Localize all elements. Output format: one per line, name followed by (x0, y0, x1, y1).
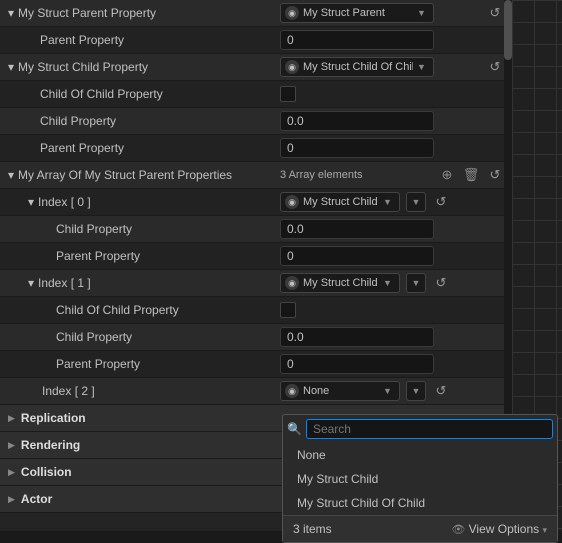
number-input[interactable] (280, 111, 434, 131)
reset-icon[interactable]: ↺ (486, 58, 504, 76)
property-label: Child Of Child Property (40, 87, 163, 101)
reset-icon[interactable]: ↺ (486, 166, 504, 184)
property-label: My Struct Parent Property (18, 6, 156, 20)
search-icon: 🔍 (287, 422, 302, 436)
add-icon[interactable]: ⊕ (438, 166, 456, 184)
view-options-button[interactable]: 👁 View Options ▾ (451, 522, 547, 536)
expand-arrow[interactable]: ▾ (24, 195, 38, 209)
property-label: Index [ 2 ] (42, 384, 95, 398)
array-count: 3 Array elements (280, 169, 363, 181)
search-input[interactable] (306, 419, 553, 439)
struct-icon: ◉ (285, 384, 299, 398)
reset-icon[interactable]: ↺ (432, 382, 450, 400)
number-input[interactable] (280, 354, 434, 374)
triangle-right-icon: ▶ (8, 413, 15, 424)
chevron-down-icon: ▾ (542, 525, 547, 535)
dropdown-option-struct-child-of-child[interactable]: My Struct Child Of Child (283, 491, 557, 515)
expand-arrow[interactable]: ▾ (4, 168, 18, 182)
expand-arrow[interactable]: ▾ (24, 276, 38, 290)
dropdown-option-none[interactable]: None (283, 443, 557, 467)
property-label: My Struct Child Property (18, 60, 148, 74)
chevron-down-icon: ▼ (417, 8, 429, 18)
dropdown-item-count: 3 items (293, 522, 332, 536)
struct-selector[interactable]: ◉None▼ (280, 381, 400, 401)
property-label: Child Property (56, 330, 132, 344)
property-label: Index [ 1 ] (38, 276, 91, 290)
property-label: Child Of Child Property (56, 303, 179, 317)
struct-selector[interactable]: ◉My Struct Parent▼ (280, 3, 434, 23)
property-label: Parent Property (40, 33, 124, 47)
number-input[interactable] (280, 219, 434, 239)
number-input[interactable] (280, 246, 434, 266)
chevron-down-icon: ▼ (383, 386, 395, 396)
chevron-down-icon: ▼ (417, 62, 429, 72)
struct-selector[interactable]: ◉My Struct Child Of C▼ (280, 273, 400, 293)
struct-icon: ◉ (285, 60, 299, 74)
expand-arrow[interactable]: ▾ (4, 60, 18, 74)
reset-icon[interactable]: ↺ (486, 4, 504, 22)
scrollbar-thumb[interactable] (504, 0, 512, 60)
dropdown-icon[interactable]: ▼ (406, 192, 426, 212)
struct-icon: ◉ (285, 195, 299, 209)
struct-selector[interactable]: ◉My Struct Child Of Child▼ (280, 57, 434, 77)
chevron-down-icon: ▼ (383, 278, 395, 288)
triangle-right-icon: ▶ (8, 494, 15, 505)
number-input[interactable] (280, 327, 434, 347)
property-label: Child Property (56, 222, 132, 236)
dropdown-icon[interactable]: ▼ (406, 381, 426, 401)
number-input[interactable] (280, 138, 434, 158)
eye-icon: 👁 (451, 524, 465, 536)
property-label: My Array Of My Struct Parent Properties (18, 168, 232, 182)
reset-icon[interactable]: ↺ (432, 193, 450, 211)
number-input[interactable] (280, 30, 434, 50)
expand-arrow[interactable]: ▾ (4, 6, 18, 20)
property-label: Child Property (40, 114, 116, 128)
checkbox[interactable] (280, 302, 296, 318)
dropdown-option-struct-child[interactable]: My Struct Child (283, 467, 557, 491)
struct-icon: ◉ (285, 276, 299, 290)
checkbox[interactable] (280, 86, 296, 102)
triangle-right-icon: ▶ (8, 440, 15, 451)
triangle-right-icon: ▶ (8, 467, 15, 478)
struct-picker-dropdown: 🔍 None My Struct Child My Struct Child O… (282, 414, 558, 543)
property-label: Index [ 0 ] (38, 195, 91, 209)
struct-selector[interactable]: ◉My Struct Child▼ (280, 192, 400, 212)
reset-icon[interactable]: ↺ (432, 274, 450, 292)
property-label: Parent Property (56, 357, 140, 371)
trash-icon[interactable]: 🗑 (462, 166, 480, 184)
property-label: Parent Property (56, 249, 140, 263)
chevron-down-icon: ▼ (383, 197, 395, 207)
property-label: Parent Property (40, 141, 124, 155)
struct-icon: ◉ (285, 6, 299, 20)
dropdown-icon[interactable]: ▼ (406, 273, 426, 293)
